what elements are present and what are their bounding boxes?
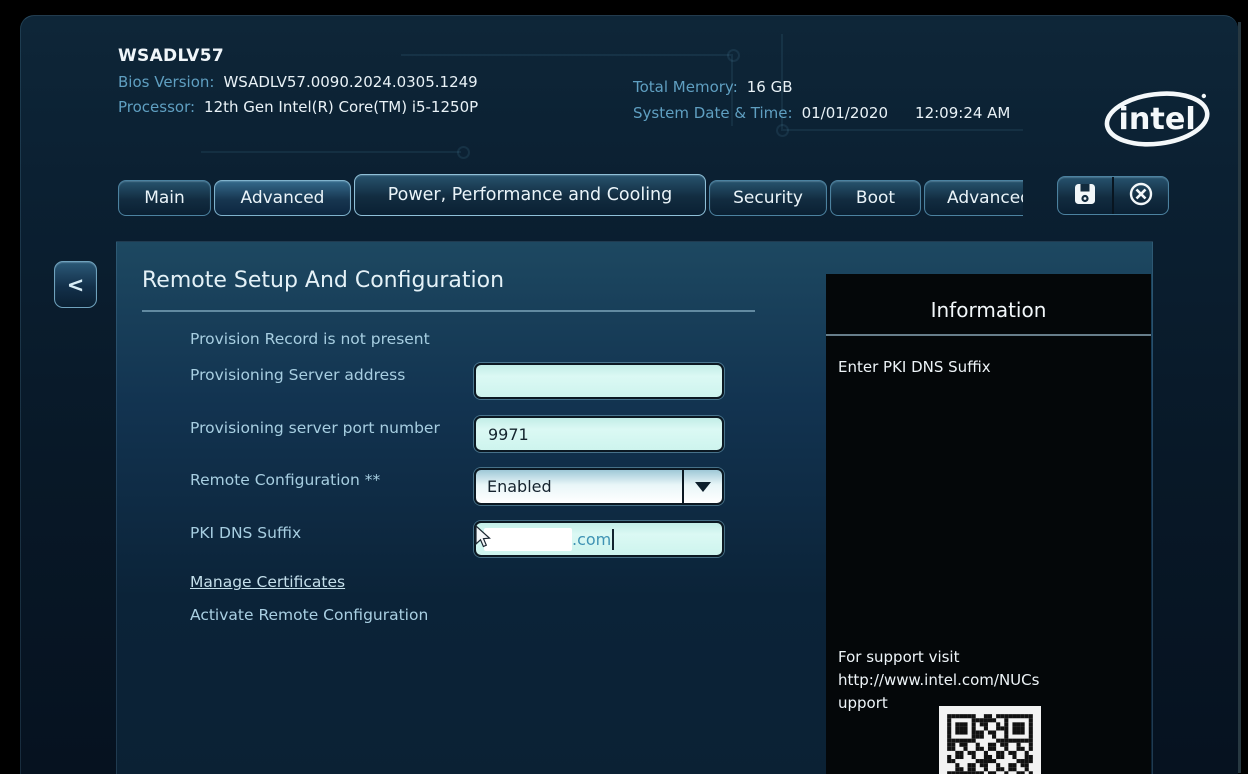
tab-main-label: Main (144, 188, 185, 208)
provisioning-port-label: Provisioning server port number (190, 419, 440, 437)
provisioning-port-input[interactable] (474, 416, 724, 452)
tab-main[interactable]: Main (118, 180, 211, 216)
close-button[interactable] (1112, 177, 1168, 214)
dropdown-arrow-button[interactable] (682, 470, 722, 503)
caret-down-icon (695, 482, 711, 492)
provision-status-text: Provision Record is not present (190, 330, 430, 348)
intel-logo-icon: intel (1103, 84, 1213, 152)
information-title: Information (826, 298, 1151, 322)
back-button[interactable]: < (54, 261, 97, 308)
remote-configuration-label: Remote Configuration ** (190, 471, 380, 489)
svg-text:intel: intel (1118, 102, 1195, 137)
tab-boot[interactable]: Boot (830, 180, 921, 216)
redacted-text-block (484, 528, 572, 551)
page-title: Remote Setup And Configuration (142, 268, 504, 293)
title-divider (142, 310, 755, 312)
mouse-cursor (473, 525, 493, 549)
memory-datetime-block: Total Memory: 16 GB System Date & Time: … (633, 78, 1010, 122)
tab-boot-label: Boot (856, 188, 895, 208)
information-panel: Information Enter PKI DNS Suffix For sup… (826, 274, 1151, 774)
total-memory-value: 16 GB (747, 78, 793, 96)
tab-advanced[interactable]: Advanced (214, 180, 351, 216)
circuit-trace (201, 111, 461, 153)
processor-label: Processor: (118, 98, 195, 116)
provisioning-server-address-label: Provisioning Server address (190, 366, 405, 384)
manage-certificates-link[interactable]: Manage Certificates (190, 573, 345, 591)
provisioning-server-address-input[interactable] (474, 363, 724, 399)
toolbar (1057, 176, 1169, 215)
help-text: Enter PKI DNS Suffix (838, 358, 991, 376)
date-value: 01/01/2020 (802, 104, 888, 122)
pki-dns-suffix-label: PKI DNS Suffix (190, 524, 301, 542)
processor-value: 12th Gen Intel(R) Core(TM) i5-1250P (204, 98, 478, 116)
chevron-left-icon: < (67, 273, 85, 297)
tab-strip: Main Advanced Power, Performance and Coo… (118, 174, 1023, 216)
tab-power-performance-cooling[interactable]: Power, Performance and Cooling (354, 174, 706, 216)
bios-window: WSADLV57 Bios Version: WSADLV57.0090.202… (20, 15, 1238, 774)
support-text: For support visit http://www.intel.com/N… (838, 646, 1048, 715)
datetime-label: System Date & Time: (633, 104, 793, 122)
total-memory-label: Total Memory: (633, 78, 738, 96)
floppy-save-icon (1072, 181, 1098, 211)
remote-configuration-value: Enabled (476, 470, 682, 503)
circuit-node (776, 124, 789, 137)
circuit-node (457, 146, 470, 159)
save-button[interactable] (1058, 177, 1112, 214)
tab-advanced-label: Advanced (241, 188, 325, 208)
tab-advanced-2-label: Advanced (947, 188, 1023, 208)
close-circle-icon (1127, 180, 1155, 212)
circuit-node (727, 49, 740, 62)
time-value: 12:09:24 AM (915, 104, 1010, 122)
system-info-block: WSADLV57 Bios Version: WSADLV57.0090.202… (118, 46, 478, 116)
pki-dns-suffix-value: .com (572, 530, 611, 549)
bios-version-value: WSADLV57.0090.2024.0305.1249 (223, 73, 477, 91)
information-divider (826, 334, 1151, 336)
qr-code (939, 706, 1041, 774)
tab-security[interactable]: Security (709, 180, 827, 216)
tab-security-label: Security (733, 188, 803, 208)
bios-version-label: Bios Version: (118, 73, 214, 91)
tab-power-label: Power, Performance and Cooling (388, 185, 673, 205)
activate-remote-configuration-item[interactable]: Activate Remote Configuration (190, 606, 428, 624)
tab-advanced-2[interactable]: Advanced (924, 180, 1023, 216)
screen-edge-highlight (1238, 22, 1241, 773)
text-caret (612, 529, 614, 550)
model-name: WSADLV57 (118, 46, 478, 66)
remote-configuration-select[interactable]: Enabled (474, 468, 724, 505)
pki-dns-suffix-input[interactable]: .com (474, 521, 724, 557)
